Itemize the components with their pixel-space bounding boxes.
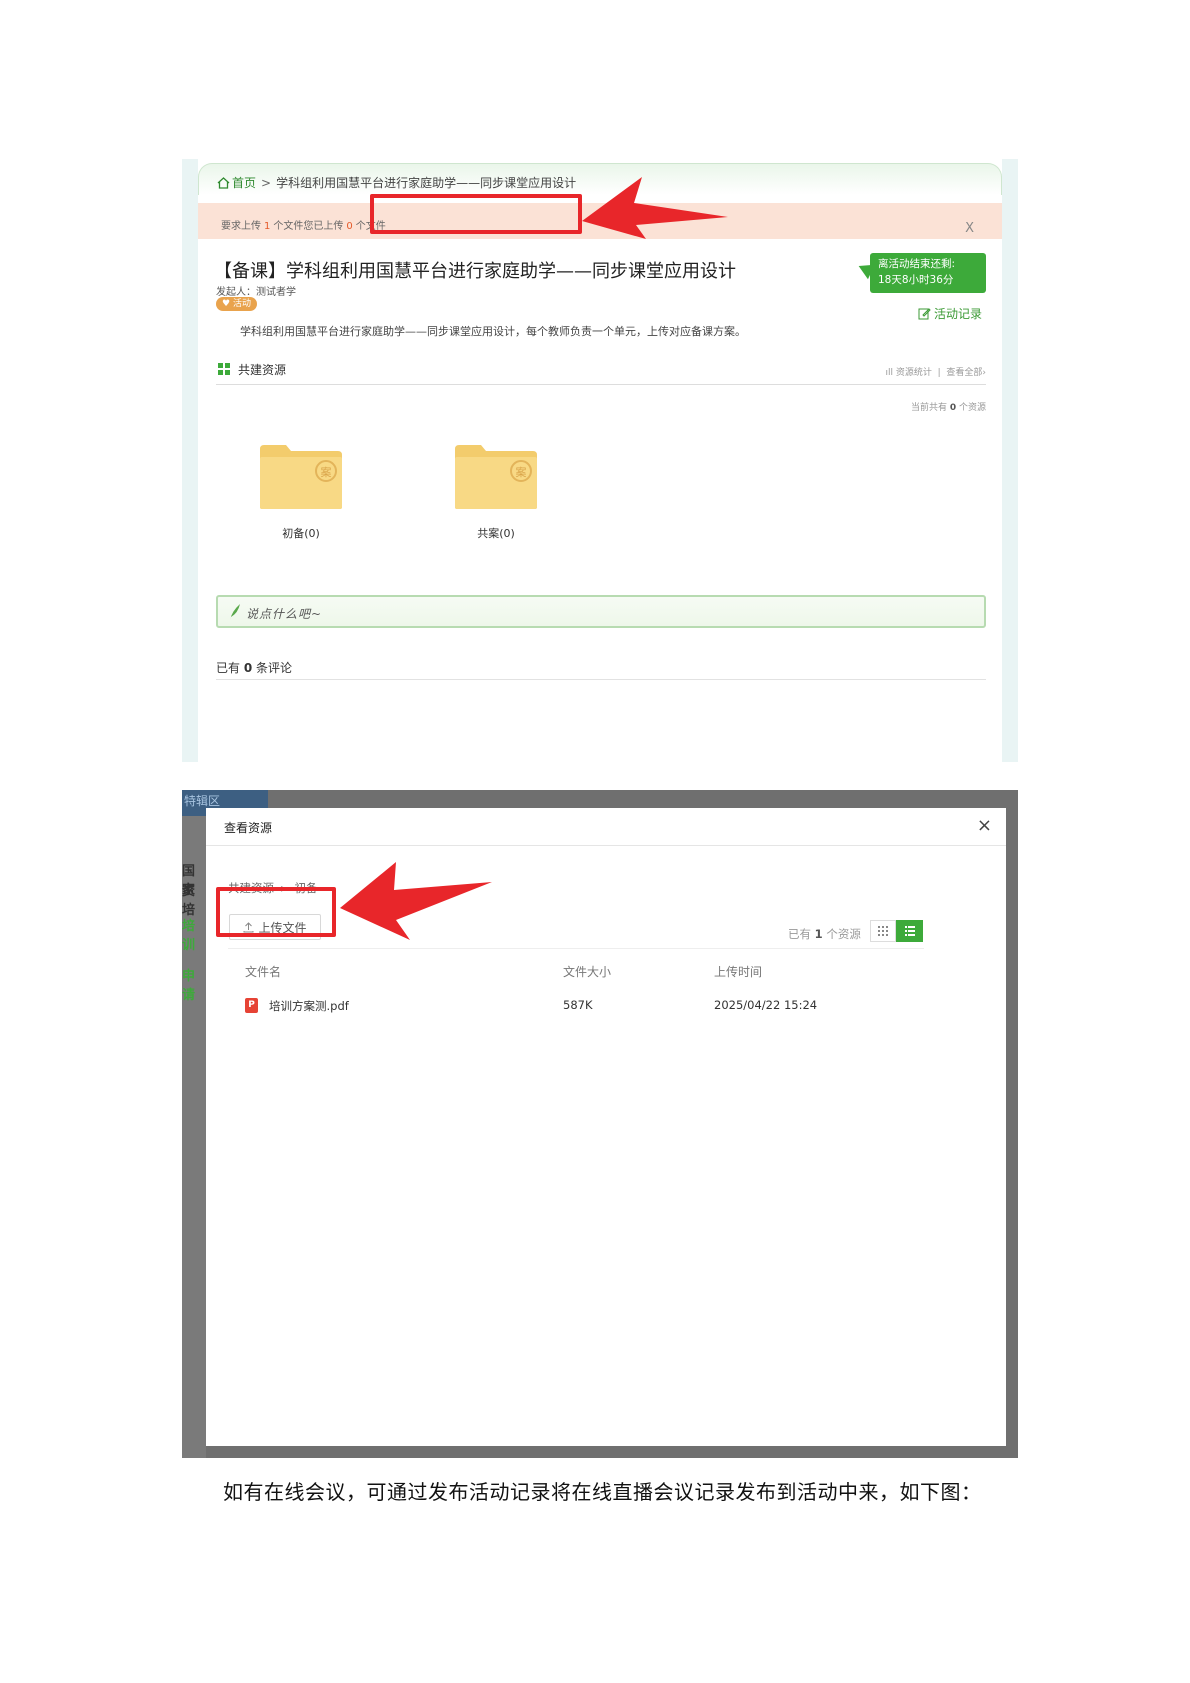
resource-count-prefix: 已有 (788, 927, 811, 941)
resource-stats-link[interactable]: 资源统计 (896, 368, 932, 378)
comment-input[interactable]: 说点什么吧~ (216, 595, 986, 628)
breadcrumb: 首页 > 学科组利用国慧平台进行家庭助学——同步课堂应用设计 (217, 174, 576, 191)
highlight-box (370, 194, 582, 234)
current-count-prefix: 当前共有 (910, 403, 947, 413)
column-header-name: 文件名 (245, 965, 282, 979)
bar-chart-icon: ıll (885, 368, 893, 378)
initiator: 发起人：测试者学 (216, 283, 296, 298)
activity-description: 学科组利用国慧平台进行家庭助学——同步课堂应用设计，每个教师负责一个单元，上传对… (240, 325, 746, 338)
home-icon (217, 176, 230, 189)
highlight-box (216, 887, 336, 937)
file-size: 587K (563, 998, 593, 1012)
activity-tag: ♥ 活动 (216, 297, 257, 311)
links-divider: | (937, 368, 941, 378)
comment-count-prefix: 已有 (216, 661, 241, 675)
notice-prefix: 要求上传 (221, 221, 261, 232)
red-arrow-annotation (582, 177, 728, 239)
comment-count: 已有 0 条评论 (216, 659, 292, 676)
comment-count-value: 0 (243, 661, 253, 675)
resource-count: 已有 1 个资源 (788, 926, 861, 942)
folder-badge: 案 (321, 465, 332, 479)
required-count: 1 (264, 221, 271, 232)
folder-initial-prep[interactable]: 案 初备(0) (256, 441, 346, 541)
folder-label: 初备(0) (282, 527, 320, 540)
upload-time: 2025/04/22 15:24 (714, 998, 818, 1012)
resource-count-value: 1 (814, 927, 823, 941)
dialog-title: 查看资源 (224, 821, 273, 835)
divider (216, 679, 986, 680)
breadcrumb-separator: > (261, 175, 272, 190)
folder-badge: 案 (516, 465, 527, 479)
leaf-pen-icon (230, 604, 240, 620)
page-frame-left (182, 159, 198, 762)
folder-icon: 案 (260, 445, 342, 509)
document-caption: 如有在线会议，可通过发布活动记录将在线直播会议记录发布到活动中来，如下图： (223, 1480, 982, 1504)
current-count-suffix: 个资源 (958, 403, 986, 413)
activity-title: 【备课】学科组利用国慧平台进行家庭助学——同步课堂应用设计 (214, 261, 736, 282)
background-page: 国家 资培 培训 申请 (182, 790, 206, 1458)
red-arrow-annotation (340, 862, 492, 940)
resource-count-suffix: 个资源 (826, 927, 861, 941)
close-icon[interactable]: × (977, 815, 992, 836)
grid-icon (218, 363, 230, 375)
activity-record-label: 活动记录 (934, 307, 983, 321)
view-all-link[interactable]: 查看全部› (946, 368, 986, 378)
notice-close-button[interactable]: X (965, 221, 974, 236)
table-header: 文件名 文件大小 上传时间 (228, 948, 924, 988)
file-name[interactable]: 培训方案测.pdf (269, 998, 349, 1014)
section-links: ıll 资源统计 | 查看全部› (885, 365, 986, 378)
folder-icon: 案 (455, 445, 537, 509)
initiator-name: 测试者学 (256, 287, 296, 298)
background-text: 申请 (182, 969, 196, 1003)
grid-view-toggle[interactable] (870, 920, 896, 942)
activity-tag-label: 活动 (232, 299, 251, 309)
background-text: 培训 (182, 919, 196, 953)
current-count-value: 0 (949, 403, 957, 413)
countdown-badge: 离活动结束还剩: 18天8小时36分 (870, 253, 986, 293)
column-header-time: 上传时间 (714, 965, 763, 979)
current-resource-count: 当前共有 0 个资源 (911, 400, 986, 413)
page-frame-right (1002, 159, 1018, 762)
comment-count-suffix: 条评论 (256, 661, 293, 675)
folder-shared-plan[interactable]: 案 共案(0) (451, 441, 541, 541)
breadcrumb-home-link[interactable]: 首页 (232, 174, 256, 191)
list-view-icon (904, 926, 915, 936)
countdown-value: 18天8小时36分 (878, 274, 954, 286)
countdown-label: 离活动结束还剩: (878, 258, 956, 270)
background-text: 资培 (182, 884, 196, 918)
folder-label: 共案(0) (477, 527, 515, 540)
comment-placeholder: 说点什么吧~ (246, 607, 323, 621)
edit-icon (918, 308, 931, 320)
activity-page-screenshot: 首页 > 学科组利用国慧平台进行家庭助学——同步课堂应用设计 要求上传 1 个文件您… (182, 159, 1018, 762)
activity-record-link[interactable]: 活动记录 (918, 305, 982, 322)
upload-requirement-text: 要求上传 1 个文件您已上传 0 个文件 (221, 217, 386, 232)
shared-resources-title: 共建资源 (238, 363, 287, 377)
pdf-file-icon: P (245, 998, 258, 1013)
grid-view-icon (878, 926, 888, 936)
list-view-toggle[interactable] (896, 920, 923, 942)
table-row[interactable]: P 培训方案测.pdf 587K 2025/04/22 15:24 (228, 988, 924, 1024)
file-table: 文件名 文件大小 上传时间 P 培训方案测.pdf 587K 2025/04/2… (228, 948, 924, 1024)
breadcrumb-current: 学科组利用国慧平台进行家庭助学——同步课堂应用设计 (276, 176, 577, 190)
dialog-header: 查看资源 × (206, 808, 1006, 846)
uploaded-count: 0 (346, 221, 353, 232)
shared-resources-header: 共建资源 ıll 资源统计 | 查看全部› (216, 361, 986, 385)
column-header-size: 文件大小 (563, 965, 612, 979)
notice-middle: 个文件您已上传 (273, 221, 344, 232)
activity-card: 首页 > 学科组利用国慧平台进行家庭助学——同步课堂应用设计 要求上传 1 个文件您… (198, 163, 1002, 762)
resource-modal-screenshot: 国家 资培 培训 申请 特辑区 查看资源 × 共建资源 > 初备 上传文件 已有 1… (182, 790, 1018, 1458)
